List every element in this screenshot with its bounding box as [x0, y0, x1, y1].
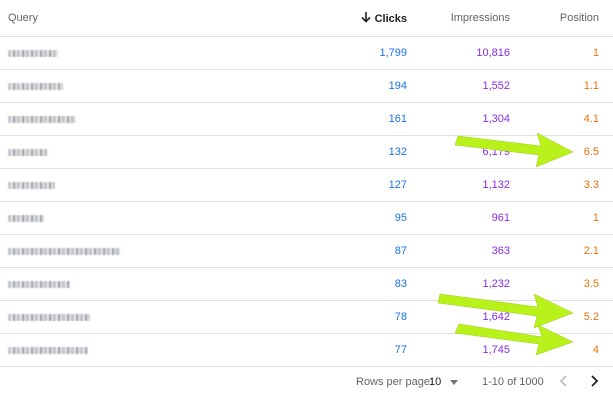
cell-impressions: 961 — [491, 212, 510, 224]
table-row[interactable]: 83 1,232 3.5 — [0, 268, 613, 301]
cell-impressions: 1,304 — [482, 113, 510, 125]
pagination-footer: Rows per page: 10 1-10 of 1000 — [0, 365, 613, 400]
cell-position: 1 — [592, 212, 599, 224]
table-row[interactable]: 77 1,745 4 — [0, 334, 613, 367]
cell-position: 3.3 — [583, 179, 599, 191]
cell-impressions: 10,816 — [476, 47, 510, 59]
dropdown-caret-icon[interactable] — [450, 380, 458, 385]
cell-impressions: 1,642 — [482, 311, 510, 323]
cell-impressions: 1,132 — [482, 179, 510, 191]
query-redacted — [8, 149, 48, 156]
query-redacted — [8, 215, 44, 222]
query-redacted — [8, 83, 63, 90]
header-impressions[interactable]: Impressions — [451, 12, 510, 24]
cell-clicks: 161 — [388, 113, 407, 125]
header-query[interactable]: Query — [8, 12, 38, 24]
query-redacted — [8, 248, 120, 255]
rows-per-page-select[interactable]: 10 — [429, 376, 441, 388]
cell-position: 4 — [592, 344, 599, 356]
cell-impressions: 1,232 — [482, 278, 510, 290]
cell-position: 2.1 — [583, 245, 599, 257]
header-clicks[interactable]: Clicks — [361, 12, 407, 25]
cell-clicks: 1,799 — [379, 47, 407, 59]
arrow-down-icon — [361, 12, 371, 23]
cell-impressions: 363 — [491, 245, 510, 257]
table-row[interactable]: 132 6,179 6.5 — [0, 136, 613, 169]
cell-position: 4.1 — [583, 113, 599, 125]
table-row[interactable]: 78 1,642 5.2 — [0, 301, 613, 334]
cell-impressions: 1,552 — [482, 80, 510, 92]
cell-clicks: 83 — [394, 278, 407, 290]
rows-per-page-label: Rows per page: — [356, 376, 434, 388]
cell-clicks: 194 — [388, 80, 407, 92]
cell-position: 3.5 — [583, 278, 599, 290]
cell-position: 1.1 — [583, 80, 599, 92]
page-range: 1-10 of 1000 — [482, 376, 544, 388]
query-redacted — [8, 281, 70, 288]
cell-position: 1 — [592, 47, 599, 59]
table-row[interactable]: 194 1,552 1.1 — [0, 70, 613, 103]
table-header: Query Clicks Impressions Position — [0, 0, 613, 37]
chevron-right-icon[interactable] — [586, 371, 602, 391]
header-clicks-label: Clicks — [374, 13, 407, 25]
cell-clicks: 127 — [388, 179, 407, 191]
table-row[interactable]: 127 1,132 3.3 — [0, 169, 613, 202]
query-redacted — [8, 347, 88, 354]
header-position[interactable]: Position — [560, 12, 599, 24]
query-redacted — [8, 116, 76, 123]
cell-clicks: 87 — [394, 245, 407, 257]
cell-clicks: 77 — [394, 344, 407, 356]
table-row[interactable]: 87 363 2.1 — [0, 235, 613, 268]
chevron-left-icon[interactable] — [556, 371, 572, 391]
cell-impressions: 6,179 — [482, 146, 510, 158]
cell-clicks: 95 — [394, 212, 407, 224]
query-redacted — [8, 314, 90, 321]
table-row[interactable]: 95 961 1 — [0, 202, 613, 235]
cell-position: 6.5 — [583, 146, 599, 158]
query-redacted — [8, 182, 55, 189]
cell-impressions: 1,745 — [482, 344, 510, 356]
query-redacted — [8, 50, 58, 57]
table-row[interactable]: 1,799 10,816 1 — [0, 37, 613, 70]
cell-clicks: 78 — [394, 311, 407, 323]
cell-clicks: 132 — [388, 146, 407, 158]
cell-position: 5.2 — [583, 311, 599, 323]
table-row[interactable]: 161 1,304 4.1 — [0, 103, 613, 136]
